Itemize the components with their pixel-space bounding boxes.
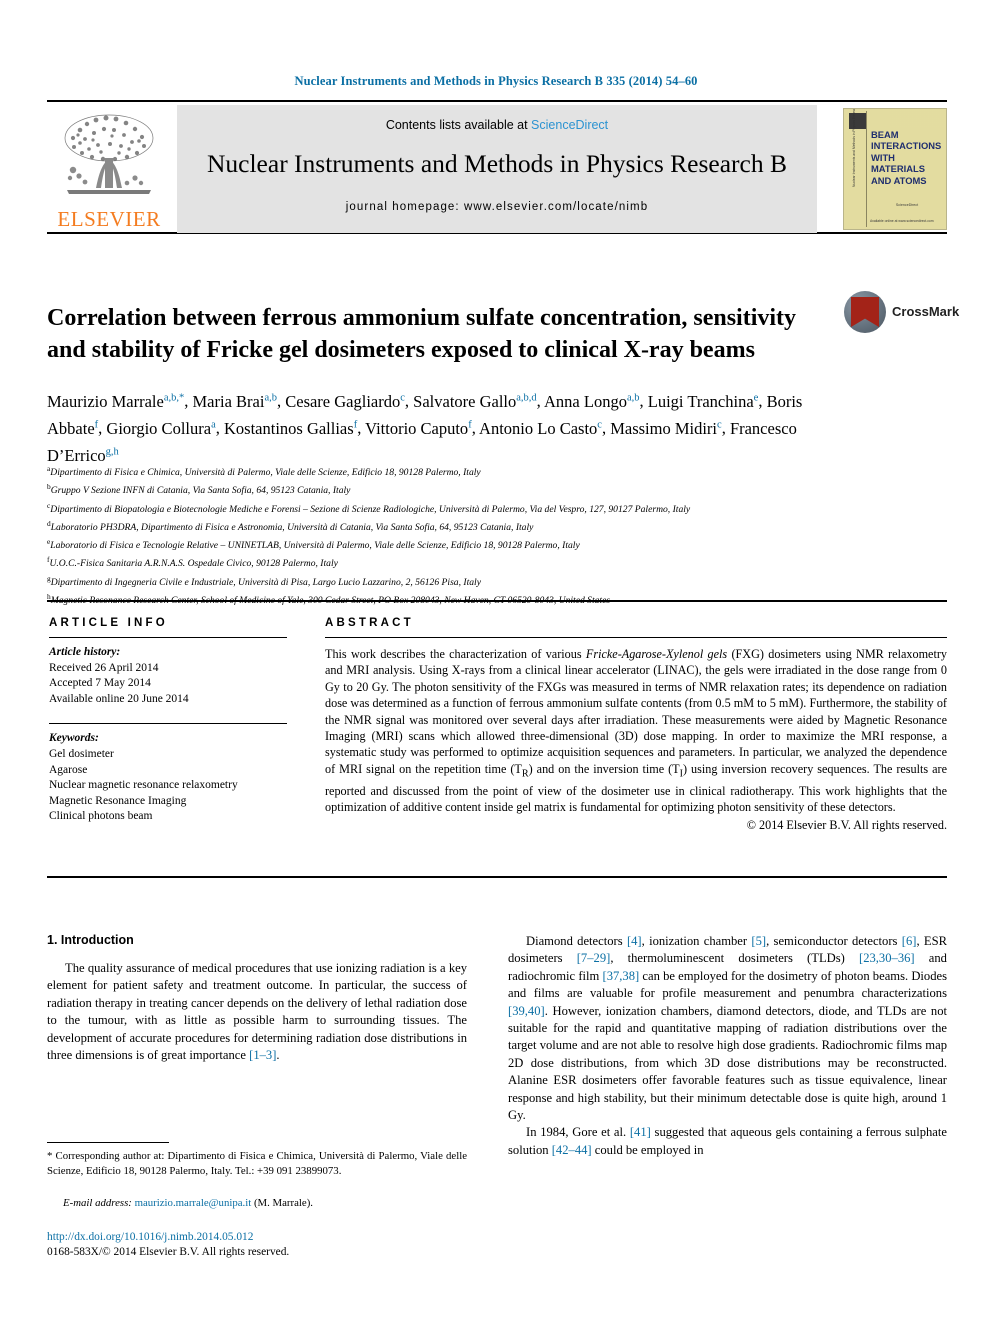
author[interactable]: Antonio Lo Castoc [479, 419, 602, 438]
keyword-item: Gel dosimeter [49, 747, 114, 760]
sciencedirect-link[interactable]: ScienceDirect [531, 118, 608, 132]
author[interactable]: Cesare Gagliardoc [285, 392, 405, 411]
body-right-column: Diamond detectors [4], ionization chambe… [508, 933, 947, 1159]
section-heading-introduction: 1. Introduction [47, 933, 134, 947]
footnote-rule [47, 1142, 169, 1143]
author[interactable]: Maurizio Marralea,b,* [47, 392, 184, 411]
cover-footer-line1: ScienceDirect [895, 203, 919, 207]
article-info-divider [49, 637, 287, 638]
article-history-label: Article history: [49, 646, 121, 658]
crossmark-circle-icon [844, 291, 886, 333]
abstract-text: This work describes the characterization… [325, 647, 947, 815]
abstract-copyright: © 2014 Elsevier B.V. All rights reserved… [746, 817, 947, 832]
corresponding-author-note: * Corresponding author at: Dipartimento … [47, 1150, 467, 1177]
citation-link[interactable]: [23,30–36] [859, 951, 915, 965]
citation-link[interactable]: [7–29] [577, 951, 611, 965]
article-history-item: Received 26 April 2014 [49, 661, 159, 674]
citation-link[interactable]: [4] [627, 934, 642, 948]
email-note: E-mail address: maurizio.marrale@unipa.i… [63, 1197, 314, 1209]
citation-link[interactable]: [42–44] [552, 1143, 592, 1157]
contents-available-line: Contents lists available at ScienceDirec… [177, 118, 817, 132]
author[interactable]: Vittorio Caputof [365, 419, 472, 438]
body-left-column: 1. Introduction The quality assurance of… [47, 933, 467, 1064]
affiliation-item: bGruppo V Sezione INFN di Catania, Via S… [47, 482, 351, 497]
journal-title: Nuclear Instruments and Methods in Physi… [206, 149, 787, 178]
running-head: Nuclear Instruments and Methods in Physi… [294, 74, 698, 88]
affiliation-item: gDipartimento di Ingegneria Civile e Ind… [47, 573, 481, 588]
article-history-item: Accepted 7 May 2014 [49, 677, 151, 690]
contents-prefix: Contents lists available at [385, 118, 532, 132]
author-list: Maurizio Marralea,b,*, Maria Braia,b, Ce… [47, 391, 803, 465]
keyword-item: Agarose [49, 763, 88, 776]
keywords-divider [49, 723, 287, 725]
author[interactable]: Massimo Midiric [610, 419, 721, 438]
author[interactable]: Giorgio Colluraa [106, 419, 215, 438]
author[interactable]: Luigi Tranchinae [648, 392, 759, 411]
citation-link[interactable]: [39,40] [508, 1004, 545, 1018]
keyword-item: Nuclear magnetic resonance relaxometry [49, 779, 238, 792]
affiliation-item: dLaboratorio PH3DRA, Dipartimento di Fis… [47, 518, 534, 534]
author[interactable]: Salvatore Galloa,b,d [413, 392, 537, 411]
article-info-column: ARTICLE INFO Article history: Received 2… [49, 617, 299, 825]
email-label: E-mail address: [63, 1197, 132, 1209]
journal-cover-thumbnail: Nuclear Instruments and Methods in Physi… [843, 108, 947, 230]
affiliation-item: cDipartimento di Biopatologia e Biotecno… [47, 500, 691, 515]
keyword-item: Magnetic Resonance Imaging [49, 794, 187, 807]
citation-link[interactable]: [1–3] [249, 1048, 276, 1062]
email-link[interactable]: maurizio.marrale@unipa.it [135, 1197, 252, 1209]
body-paragraph: The quality assurance of medical procedu… [47, 961, 467, 1063]
doi-block: http://dx.doi.org/10.1016/j.nimb.2014.05… [47, 1230, 467, 1260]
elsevier-tree-icon [64, 114, 154, 194]
elsevier-wordmark: ELSEVIER [57, 207, 161, 231]
crossmark-bookmark-icon [851, 297, 879, 327]
citation-link[interactable]: [37,38] [603, 969, 640, 983]
cover-footer-line2: Available online at www.sciencedirect.co… [870, 219, 934, 223]
author[interactable]: Anna Longoa,b [544, 392, 640, 411]
affiliation-item: aDipartimento di Fisica e Chimica, Unive… [47, 464, 481, 479]
keyword-item: Clinical photons beam [49, 810, 153, 823]
body-paragraph: Diamond detectors [4], ionization chambe… [508, 934, 947, 1123]
crossmark-label: CrossMark [892, 304, 960, 319]
citation-link[interactable]: [41] [630, 1125, 651, 1139]
cover-title: BEAM INTERACTIONS WITH MATERIALS AND ATO… [871, 129, 942, 186]
journal-band: Contents lists available at ScienceDirec… [177, 105, 817, 233]
doi-link[interactable]: http://dx.doi.org/10.1016/j.nimb.2014.05… [47, 1230, 467, 1245]
cover-spine-rule [866, 111, 867, 227]
body-paragraph: In 1984, Gore et al. [41] suggested that… [508, 1125, 947, 1157]
article-title: Correlation between ferrous ammonium sul… [47, 305, 797, 364]
journal-homepage[interactable]: journal homepage: www.elsevier.com/locat… [177, 201, 817, 213]
author[interactable]: Maria Braia,b [193, 392, 277, 411]
issn-copyright-line: 0168-583X/© 2014 Elsevier B.V. All right… [47, 1246, 290, 1259]
abstract-divider [325, 637, 947, 638]
article-info-heading: ARTICLE INFO [49, 617, 168, 629]
affiliation-item: eLaboratorio di Fisica e Tecnologie Rela… [47, 537, 580, 552]
citation-link[interactable]: [6] [902, 934, 917, 948]
keywords-label: Keywords: [49, 732, 99, 745]
article-history-item: Available online 20 June 2014 [49, 692, 189, 705]
abstract-column: ABSTRACT This work describes the charact… [325, 617, 947, 833]
affiliation-item: fU.O.C.-Fisica Sanitaria A.R.N.A.S. Ospe… [47, 555, 338, 570]
crossmark-badge[interactable]: CrossMark [844, 291, 959, 337]
journal-masthead: ELSEVIER Contents lists available at Sci… [47, 100, 947, 234]
affiliation-list: aDipartimento di Fisica e Chimica, Unive… [47, 462, 947, 608]
abstract-block-bottom-rule [47, 876, 947, 878]
abstract-heading: ABSTRACT [325, 617, 414, 629]
abstract-block-top-rule [47, 600, 947, 602]
author[interactable]: Kostantinos Galliasf [224, 419, 357, 438]
elsevier-logo: ELSEVIER [47, 106, 171, 232]
cover-spine-text: Nuclear Instruments and Methods in Physi… [852, 108, 856, 187]
citation-link[interactable]: [5] [751, 934, 766, 948]
article-page: Nuclear Instruments and Methods in Physi… [0, 0, 992, 1323]
